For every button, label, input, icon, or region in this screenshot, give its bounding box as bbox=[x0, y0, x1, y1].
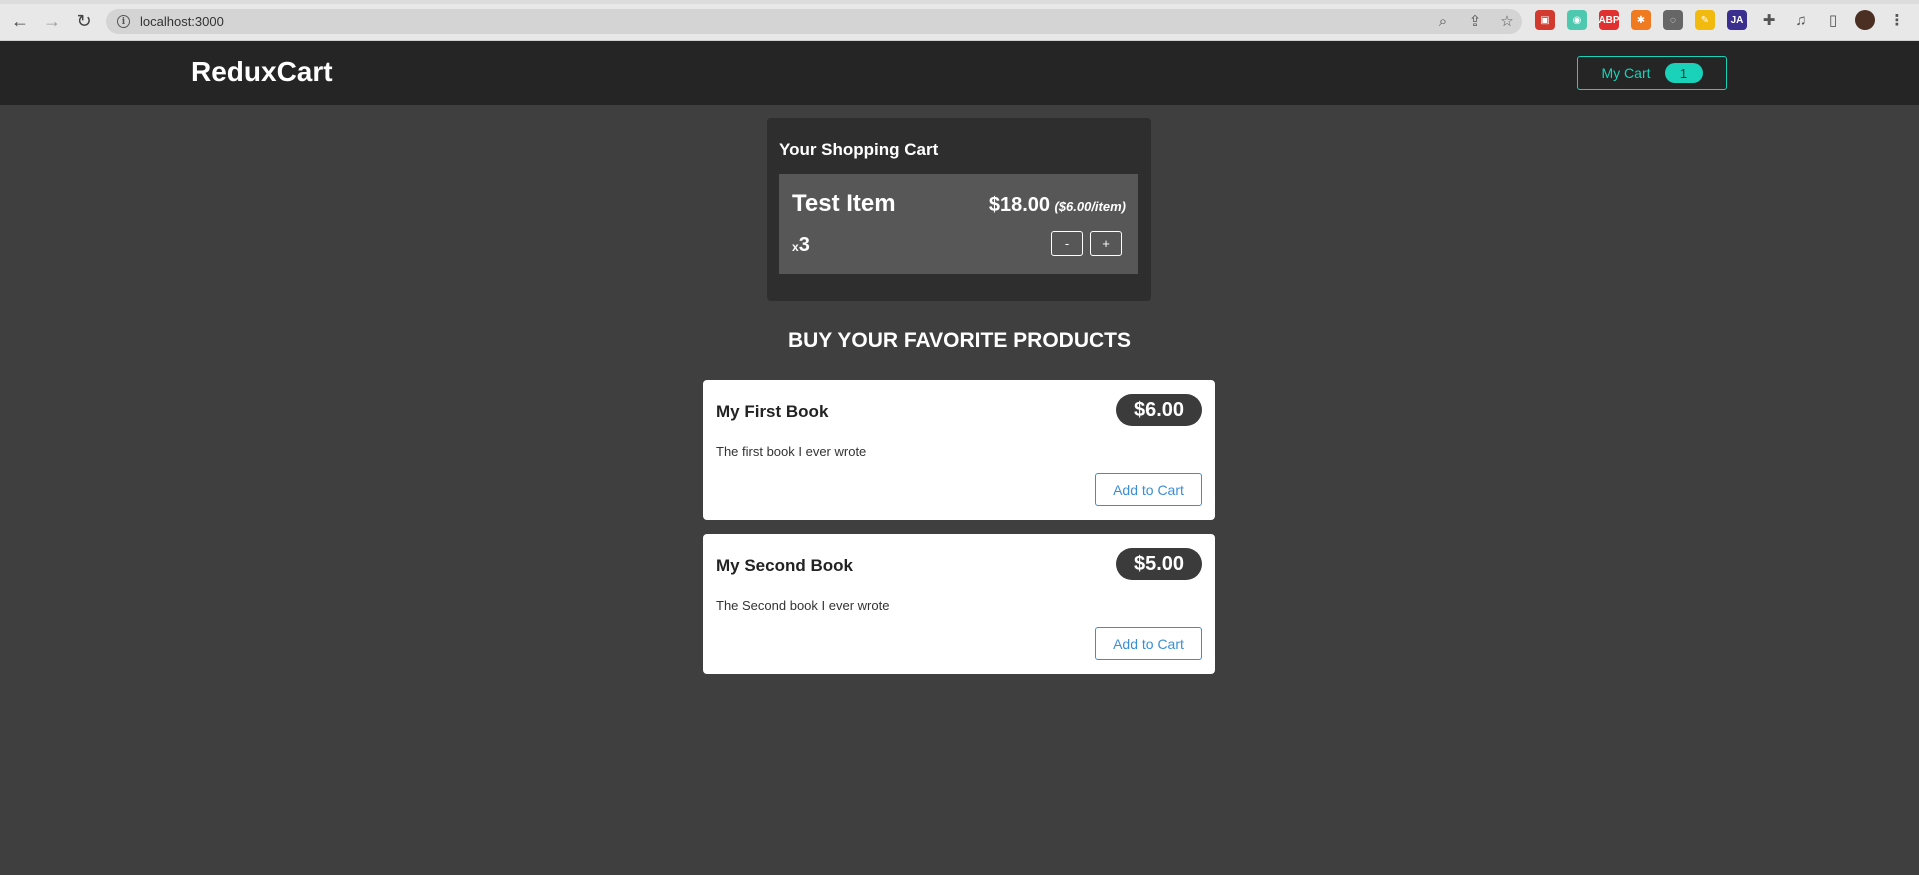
my-cart-label: My Cart bbox=[1601, 65, 1651, 81]
adblock-icon[interactable]: ABP bbox=[1598, 10, 1620, 30]
reload-icon[interactable]: ↻ bbox=[74, 11, 94, 31]
share-icon[interactable]: ⇪ bbox=[1466, 12, 1484, 30]
cart-item-quantity: x3 bbox=[792, 234, 810, 257]
cart-item-unit-price: ($6.00/item) bbox=[1054, 199, 1126, 214]
product-card: My First Book $6.00 The first book I eve… bbox=[703, 380, 1215, 520]
back-icon[interactable]: ← bbox=[10, 11, 30, 31]
tab-strip bbox=[0, 0, 1919, 4]
ext-7-icon[interactable]: JA bbox=[1727, 10, 1747, 30]
forward-icon[interactable]: → bbox=[42, 11, 62, 31]
ext-1-icon[interactable]: ▣ bbox=[1535, 10, 1555, 30]
brand-title: ReduxCart bbox=[191, 56, 333, 87]
decrease-quantity-button[interactable]: - bbox=[1051, 231, 1083, 256]
cart-item: Test Item $18.00 ($6.00/item) x3 - + bbox=[779, 174, 1138, 274]
my-cart-button[interactable]: My Cart 1 bbox=[1577, 56, 1727, 90]
increase-quantity-button[interactable]: + bbox=[1090, 231, 1122, 256]
info-icon[interactable]: i bbox=[117, 15, 130, 28]
cart-item-total: $18.00 bbox=[988, 194, 1050, 216]
ext-5-icon[interactable]: ◌ bbox=[1663, 10, 1683, 30]
shopping-cart-panel: Your Shopping Cart Test Item $18.00 ($6.… bbox=[767, 118, 1151, 301]
quantity-prefix: x bbox=[792, 240, 799, 254]
star-icon[interactable]: ☆ bbox=[1498, 12, 1516, 30]
cart-title: Your Shopping Cart bbox=[779, 140, 939, 159]
app-header: ReduxCart My Cart 1 bbox=[0, 41, 1919, 105]
zoom-icon[interactable]: ⌕ bbox=[1434, 12, 1452, 30]
browser-toolbar: ← → ↻ i localhost:3000 ⌕ ⇪ ☆ ▣ ◉ ABP ✱ ◌ ✎ JA ✚… bbox=[0, 0, 1919, 41]
sidebar-icon[interactable]: ▯ bbox=[1823, 10, 1843, 30]
product-name: My Second Book bbox=[716, 556, 853, 575]
product-description: The first book I ever wrote bbox=[716, 444, 867, 459]
product-card: My Second Book $5.00 The Second book I e… bbox=[703, 534, 1215, 674]
product-price: $6.00 bbox=[1116, 394, 1202, 426]
cart-item-name: Test Item bbox=[792, 190, 896, 217]
profile-icon[interactable]: ● bbox=[1855, 10, 1875, 30]
product-price: $5.00 bbox=[1116, 548, 1202, 580]
add-to-cart-button[interactable]: Add to Cart bbox=[1095, 627, 1202, 660]
puzzle-icon[interactable]: ✚ bbox=[1759, 10, 1779, 30]
ext-6-icon[interactable]: ✎ bbox=[1695, 10, 1715, 30]
product-name: My First Book bbox=[716, 402, 829, 421]
products-title: BUY YOUR FAVORITE PRODUCTS bbox=[787, 329, 1132, 352]
url-text[interactable]: localhost:3000 bbox=[140, 14, 224, 29]
address-bar[interactable]: i localhost:3000 ⌕ ⇪ ☆ bbox=[106, 9, 1522, 34]
extension-icons: ▣ ◉ ABP ✱ ◌ ✎ JA ✚ ♫ ▯ ● ⋮ bbox=[1535, 10, 1907, 30]
ext-4-icon[interactable]: ✱ bbox=[1631, 10, 1651, 30]
ext-2-icon[interactable]: ◉ bbox=[1567, 10, 1587, 30]
add-to-cart-button[interactable]: Add to Cart bbox=[1095, 473, 1202, 506]
media-icon[interactable]: ♫ bbox=[1791, 10, 1811, 30]
menu-icon[interactable]: ⋮ bbox=[1887, 10, 1907, 30]
quantity-value: 3 bbox=[798, 234, 810, 256]
product-description: The Second book I ever wrote bbox=[716, 598, 890, 613]
cart-count-badge: 1 bbox=[1664, 63, 1703, 83]
